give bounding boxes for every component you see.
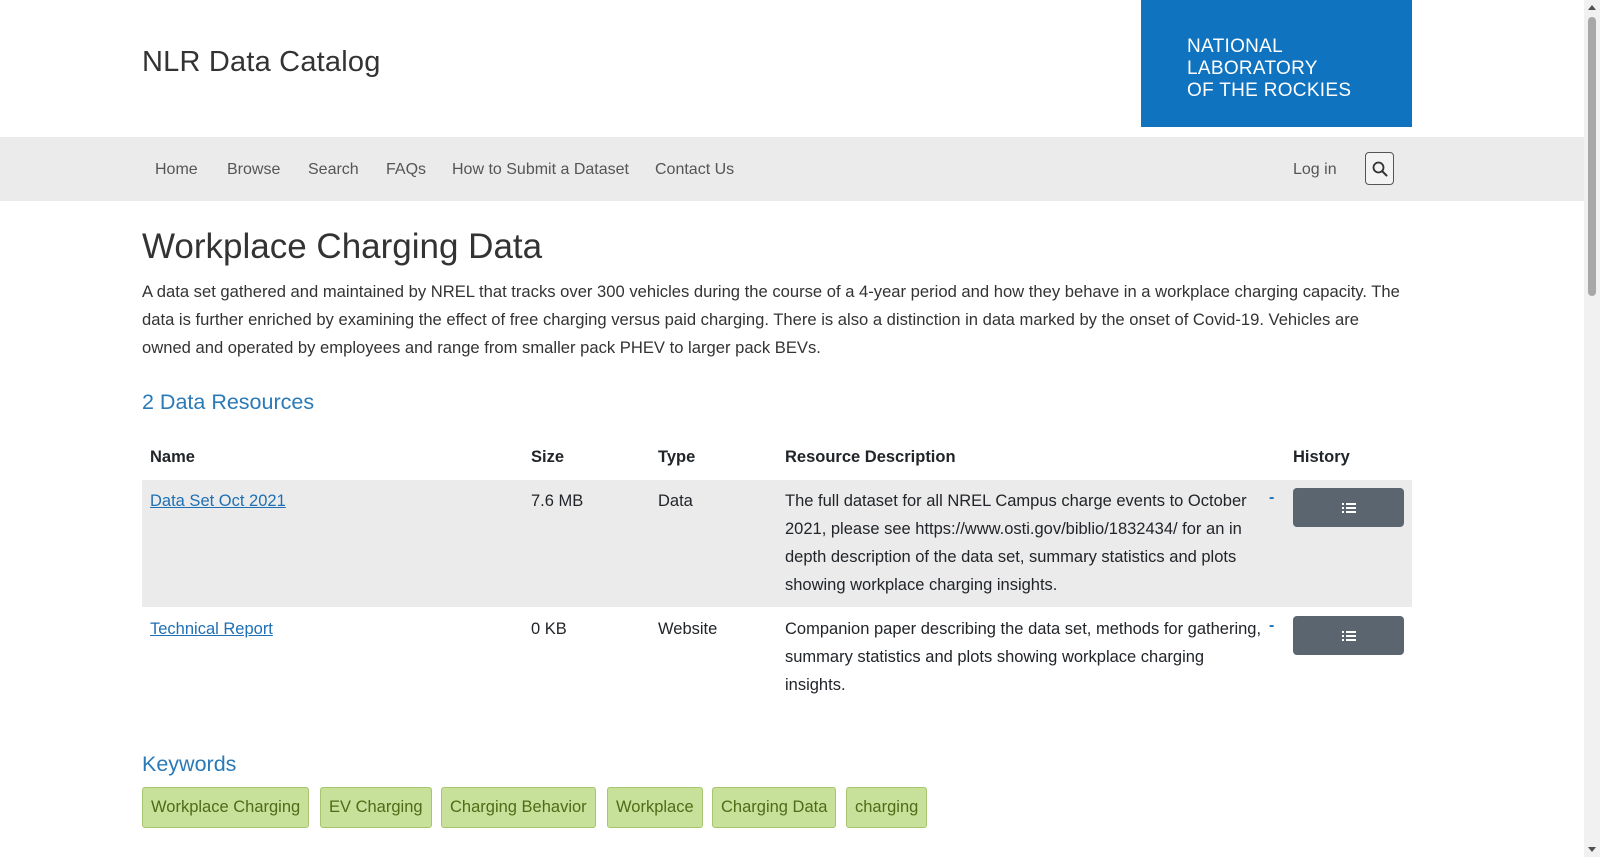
nav-search[interactable]: Search bbox=[308, 161, 359, 179]
list-icon bbox=[1341, 630, 1356, 641]
search-icon bbox=[1372, 161, 1387, 176]
resource-extra-link[interactable]: - bbox=[1269, 489, 1274, 507]
history-button[interactable] bbox=[1293, 488, 1404, 527]
nav-contact[interactable]: Contact Us bbox=[655, 161, 734, 179]
keyword-tag[interactable]: Charging Behavior bbox=[441, 787, 596, 828]
column-header-name: Name bbox=[150, 448, 195, 466]
scroll-thumb[interactable] bbox=[1588, 17, 1596, 296]
scroll-down-arrow-icon[interactable] bbox=[1588, 847, 1596, 852]
logo-line: NATIONAL bbox=[1187, 36, 1284, 57]
page-title: Workplace Charging Data bbox=[142, 227, 543, 266]
dataset-description: A data set gathered and maintained by NR… bbox=[142, 282, 1400, 357]
resource-size: 0 KB bbox=[531, 620, 567, 638]
main-nav: Home Browse Search FAQs How to Submit a … bbox=[0, 137, 1584, 201]
table-row: Data Set Oct 2021 7.6 MB Data The full d… bbox=[142, 480, 1412, 607]
keyword-tag[interactable]: Workplace bbox=[607, 787, 703, 828]
resource-description: The full dataset for all NREL Campus cha… bbox=[785, 492, 1247, 594]
resource-type: Website bbox=[658, 620, 718, 638]
resource-type: Data bbox=[658, 492, 693, 510]
column-header-history: History bbox=[1293, 448, 1350, 466]
nav-submit-dataset[interactable]: How to Submit a Dataset bbox=[452, 161, 629, 179]
resource-extra-link[interactable]: - bbox=[1269, 617, 1274, 635]
keyword-tag[interactable]: Workplace Charging bbox=[142, 787, 310, 828]
keywords-heading: Keywords bbox=[142, 752, 237, 776]
site-header: NLR Data Catalog NATIONAL LABORATORY OF … bbox=[0, 0, 1584, 137]
page: NLR Data Catalog NATIONAL LABORATORY OF … bbox=[0, 0, 1584, 857]
resource-link[interactable]: Data Set Oct 2021 bbox=[150, 487, 286, 515]
resource-link[interactable]: Technical Report bbox=[150, 615, 273, 643]
resource-description: Companion paper describing the data set,… bbox=[785, 620, 1262, 694]
column-header-type: Type bbox=[658, 448, 696, 466]
logo-line: OF THE ROCKIES bbox=[1187, 80, 1352, 101]
nav-faqs[interactable]: FAQs bbox=[386, 161, 426, 179]
nav-home[interactable]: Home bbox=[155, 161, 198, 179]
login-link[interactable]: Log in bbox=[1293, 161, 1337, 179]
keyword-tag[interactable]: Charging Data bbox=[712, 787, 837, 828]
logo-line: LABORATORY bbox=[1187, 58, 1318, 79]
scroll-up-arrow-icon[interactable] bbox=[1588, 5, 1596, 10]
column-header-description: Resource Description bbox=[785, 448, 956, 466]
history-button[interactable] bbox=[1293, 616, 1404, 655]
lab-logo[interactable]: NATIONAL LABORATORY OF THE ROCKIES bbox=[1141, 0, 1412, 127]
keyword-tag[interactable]: EV Charging bbox=[320, 787, 432, 828]
keyword-tag[interactable]: charging bbox=[846, 787, 928, 828]
resources-heading: 2 Data Resources bbox=[142, 390, 315, 414]
table-row: Technical Report 0 KB Website Companion … bbox=[142, 607, 1412, 707]
list-icon bbox=[1341, 502, 1356, 513]
page-scrollbar[interactable] bbox=[1584, 0, 1600, 857]
column-header-size: Size bbox=[531, 448, 565, 466]
resource-size: 7.6 MB bbox=[531, 492, 584, 510]
nav-browse[interactable]: Browse bbox=[227, 161, 280, 179]
search-button[interactable] bbox=[1365, 152, 1394, 185]
site-title[interactable]: NLR Data Catalog bbox=[142, 46, 381, 79]
